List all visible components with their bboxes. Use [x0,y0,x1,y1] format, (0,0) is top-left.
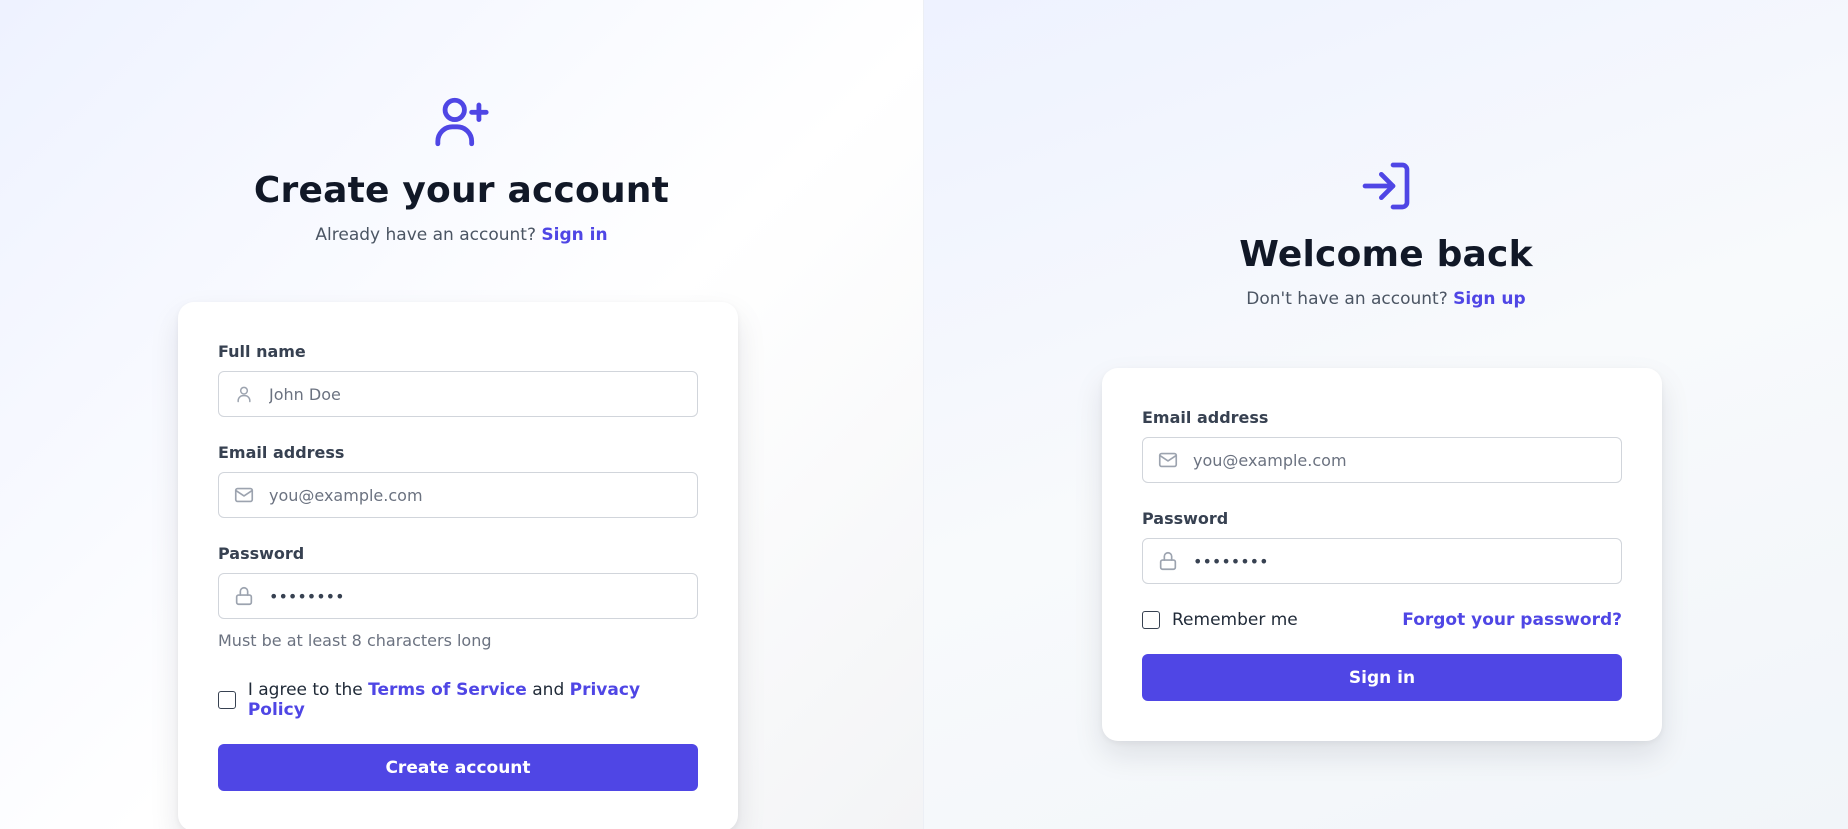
signup-header: Create your account Already have an acco… [0,92,923,245]
agree-prefix: I agree to the [247,680,363,700]
password-label: Password [1142,509,1229,528]
agree-and: and [532,680,565,700]
email-label: Email address [218,443,345,462]
full-name-field[interactable] [218,371,698,417]
login-icon [1356,156,1416,216]
agree-row: I agree to the Terms of Service and Priv… [218,680,698,720]
password-input[interactable] [1191,550,1607,572]
remember-label: Remember me [1172,610,1298,630]
signup-prompt-text: Don't have an account? [1246,289,1448,309]
create-account-button[interactable]: Create account [218,744,698,791]
signin-card: Email address Password [1102,368,1662,741]
full-name-input[interactable] [267,383,683,405]
terms-link[interactable]: Terms of Service [368,680,527,700]
signin-link[interactable]: Sign in [541,225,607,245]
signup-link[interactable]: Sign up [1453,289,1526,309]
signin-prompt: Already have an account? Sign in [315,225,607,245]
remember-checkbox[interactable] [1142,611,1160,629]
mail-icon [233,484,255,506]
password-helper: Must be at least 8 characters long [218,631,492,650]
remember-group: Remember me [1142,610,1298,630]
password-input[interactable] [267,585,683,607]
remember-row: Remember me Forgot your password? [1142,610,1622,630]
user-plus-icon [432,92,492,152]
forgot-password-link[interactable]: Forgot your password? [1402,610,1622,630]
password-label: Password [218,544,305,563]
signin-prompt-text: Already have an account? [315,225,536,245]
agree-checkbox[interactable] [218,691,236,709]
signup-card: Full name Email address [178,302,738,829]
full-name-label: Full name [218,342,306,361]
lock-icon [1157,550,1179,572]
sign-in-button[interactable]: Sign in [1142,654,1622,701]
signin-header: Welcome back Don't have an account? Sign… [924,156,1848,309]
email-field[interactable] [1142,437,1622,483]
signup-prompt: Don't have an account? Sign up [1246,289,1525,309]
password-field[interactable] [1142,538,1622,584]
agree-label: I agree to the Terms of Service and Priv… [248,680,698,720]
mail-icon [1157,449,1179,471]
email-input[interactable] [1191,449,1607,471]
lock-icon [233,585,255,607]
email-field[interactable] [218,472,698,518]
email-input[interactable] [267,484,683,506]
page-title: Create your account [253,170,670,211]
user-icon [233,383,255,405]
signin-panel: Welcome back Don't have an account? Sign… [924,0,1848,829]
signup-panel: Create your account Already have an acco… [0,0,924,829]
page-title: Welcome back [1239,234,1533,275]
email-label: Email address [1142,408,1269,427]
password-field[interactable] [218,573,698,619]
